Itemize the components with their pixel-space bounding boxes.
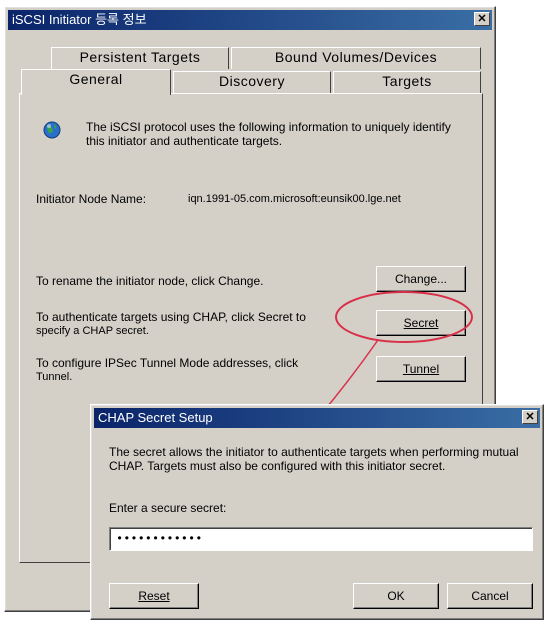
network-globe-icon: [42, 120, 62, 140]
tab-general[interactable]: General: [21, 69, 171, 95]
cancel-button-label: Cancel: [471, 589, 509, 603]
secret-input[interactable]: ••••••••••••: [109, 527, 533, 551]
chap-text-line-2: specify a CHAP secret.: [36, 325, 149, 337]
chap-text: To authenticate targets using CHAP, clic…: [36, 310, 356, 338]
secret-input-value: ••••••••••••: [116, 532, 203, 546]
cancel-button[interactable]: Cancel: [447, 583, 533, 609]
tab-label: Persistent Targets: [79, 49, 201, 65]
title-bar[interactable]: iSCSI Initiator 등록 정보 ✕: [8, 10, 492, 30]
tab-label: Discovery: [219, 73, 285, 89]
tunnel-button[interactable]: Tunnel: [376, 356, 466, 382]
tunnel-button-label: Tunnel: [402, 362, 440, 376]
secret-button[interactable]: Secret: [376, 310, 466, 336]
rename-text: To rename the initiator node, click Chan…: [36, 274, 264, 288]
intro-text: The iSCSI protocol uses the following in…: [86, 120, 451, 148]
ok-button-label: OK: [387, 589, 405, 603]
chap-dialog-title: CHAP Secret Setup: [98, 410, 213, 425]
chap-description: The secret allows the initiator to authe…: [109, 445, 519, 473]
tab-targets[interactable]: Targets: [333, 71, 481, 93]
close-icon: ✕: [525, 411, 535, 423]
tab-label: Targets: [382, 73, 432, 89]
ipsec-text-line-1: To configure IPSec Tunnel Mode addresses…: [36, 356, 299, 370]
tab-bound-volumes[interactable]: Bound Volumes/Devices: [231, 47, 481, 69]
node-name-value: iqn.1991-05.com.microsoft:eunsik00.lge.n…: [188, 193, 401, 205]
close-icon: ✕: [477, 13, 487, 25]
tab-discovery[interactable]: Discovery: [173, 71, 331, 93]
tab-label: Bound Volumes/Devices: [274, 49, 438, 65]
chap-text-line-1: To authenticate targets using CHAP, clic…: [36, 310, 306, 324]
chap-secret-setup-dialog: CHAP Secret Setup ✕ The secret allows th…: [90, 404, 544, 620]
change-button[interactable]: Change...: [376, 266, 466, 292]
ipsec-text: To configure IPSec Tunnel Mode addresses…: [36, 356, 356, 384]
chap-title-bar[interactable]: CHAP Secret Setup ✕: [94, 408, 540, 428]
chap-close-button[interactable]: ✕: [522, 410, 538, 424]
close-button[interactable]: ✕: [474, 12, 490, 26]
tab-label: General: [69, 71, 123, 87]
tab-persistent-targets[interactable]: Persistent Targets: [51, 47, 229, 69]
ipsec-text-line-2: Tunnel.: [36, 371, 73, 383]
ok-button[interactable]: OK: [353, 583, 439, 609]
secret-button-label: Secret: [403, 316, 439, 330]
dialog-title: iSCSI Initiator 등록 정보: [12, 12, 147, 27]
secret-label: Enter a secure secret:: [109, 501, 227, 515]
change-button-label: Change...: [394, 272, 448, 286]
node-name-label: Initiator Node Name:: [36, 192, 147, 206]
reset-button-label: Reset: [138, 589, 170, 603]
reset-button[interactable]: Reset: [109, 583, 199, 609]
